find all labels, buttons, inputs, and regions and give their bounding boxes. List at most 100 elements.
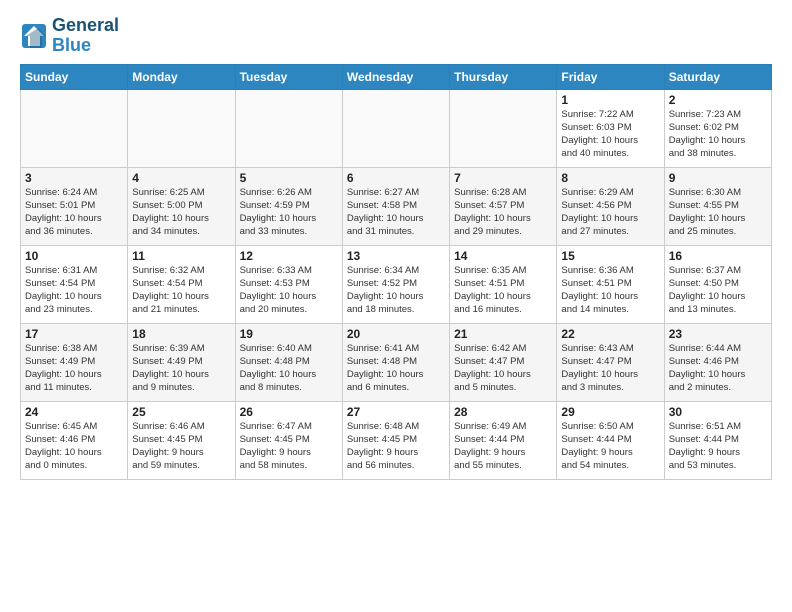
calendar-cell: 20Sunrise: 6:41 AM Sunset: 4:48 PM Dayli… <box>342 323 449 401</box>
day-number: 14 <box>454 249 552 263</box>
logo: General Blue <box>20 16 119 56</box>
calendar-cell: 8Sunrise: 6:29 AM Sunset: 4:56 PM Daylig… <box>557 167 664 245</box>
day-number: 28 <box>454 405 552 419</box>
calendar-week-row: 10Sunrise: 6:31 AM Sunset: 4:54 PM Dayli… <box>21 245 772 323</box>
day-info: Sunrise: 6:28 AM Sunset: 4:57 PM Dayligh… <box>454 186 552 239</box>
day-info: Sunrise: 6:43 AM Sunset: 4:47 PM Dayligh… <box>561 342 659 395</box>
day-number: 6 <box>347 171 445 185</box>
calendar-cell: 15Sunrise: 6:36 AM Sunset: 4:51 PM Dayli… <box>557 245 664 323</box>
calendar-cell: 12Sunrise: 6:33 AM Sunset: 4:53 PM Dayli… <box>235 245 342 323</box>
day-info: Sunrise: 6:30 AM Sunset: 4:55 PM Dayligh… <box>669 186 767 239</box>
calendar-body: 1Sunrise: 7:22 AM Sunset: 6:03 PM Daylig… <box>21 89 772 479</box>
day-info: Sunrise: 6:38 AM Sunset: 4:49 PM Dayligh… <box>25 342 123 395</box>
day-number: 13 <box>347 249 445 263</box>
weekday-header: Wednesday <box>342 64 449 89</box>
day-info: Sunrise: 6:47 AM Sunset: 4:45 PM Dayligh… <box>240 420 338 473</box>
calendar-cell: 16Sunrise: 6:37 AM Sunset: 4:50 PM Dayli… <box>664 245 771 323</box>
calendar-cell: 26Sunrise: 6:47 AM Sunset: 4:45 PM Dayli… <box>235 401 342 479</box>
calendar-cell: 18Sunrise: 6:39 AM Sunset: 4:49 PM Dayli… <box>128 323 235 401</box>
day-info: Sunrise: 6:29 AM Sunset: 4:56 PM Dayligh… <box>561 186 659 239</box>
day-number: 27 <box>347 405 445 419</box>
calendar-cell: 1Sunrise: 7:22 AM Sunset: 6:03 PM Daylig… <box>557 89 664 167</box>
calendar-cell: 5Sunrise: 6:26 AM Sunset: 4:59 PM Daylig… <box>235 167 342 245</box>
day-info: Sunrise: 7:22 AM Sunset: 6:03 PM Dayligh… <box>561 108 659 161</box>
day-info: Sunrise: 6:27 AM Sunset: 4:58 PM Dayligh… <box>347 186 445 239</box>
weekday-header: Monday <box>128 64 235 89</box>
day-info: Sunrise: 6:26 AM Sunset: 4:59 PM Dayligh… <box>240 186 338 239</box>
logo-icon <box>20 22 48 50</box>
calendar-cell: 30Sunrise: 6:51 AM Sunset: 4:44 PM Dayli… <box>664 401 771 479</box>
day-number: 23 <box>669 327 767 341</box>
calendar-cell: 9Sunrise: 6:30 AM Sunset: 4:55 PM Daylig… <box>664 167 771 245</box>
day-number: 3 <box>25 171 123 185</box>
calendar-cell: 3Sunrise: 6:24 AM Sunset: 5:01 PM Daylig… <box>21 167 128 245</box>
calendar-cell: 17Sunrise: 6:38 AM Sunset: 4:49 PM Dayli… <box>21 323 128 401</box>
header-row: SundayMondayTuesdayWednesdayThursdayFrid… <box>21 64 772 89</box>
weekday-header: Thursday <box>450 64 557 89</box>
day-info: Sunrise: 6:34 AM Sunset: 4:52 PM Dayligh… <box>347 264 445 317</box>
calendar-cell: 27Sunrise: 6:48 AM Sunset: 4:45 PM Dayli… <box>342 401 449 479</box>
calendar-week-row: 24Sunrise: 6:45 AM Sunset: 4:46 PM Dayli… <box>21 401 772 479</box>
calendar-week-row: 1Sunrise: 7:22 AM Sunset: 6:03 PM Daylig… <box>21 89 772 167</box>
calendar-cell: 11Sunrise: 6:32 AM Sunset: 4:54 PM Dayli… <box>128 245 235 323</box>
day-info: Sunrise: 6:33 AM Sunset: 4:53 PM Dayligh… <box>240 264 338 317</box>
day-number: 17 <box>25 327 123 341</box>
calendar-cell: 28Sunrise: 6:49 AM Sunset: 4:44 PM Dayli… <box>450 401 557 479</box>
day-number: 30 <box>669 405 767 419</box>
day-info: Sunrise: 6:40 AM Sunset: 4:48 PM Dayligh… <box>240 342 338 395</box>
calendar-cell: 29Sunrise: 6:50 AM Sunset: 4:44 PM Dayli… <box>557 401 664 479</box>
day-number: 1 <box>561 93 659 107</box>
day-number: 24 <box>25 405 123 419</box>
day-number: 11 <box>132 249 230 263</box>
calendar-cell: 2Sunrise: 7:23 AM Sunset: 6:02 PM Daylig… <box>664 89 771 167</box>
calendar-cell <box>342 89 449 167</box>
calendar-cell <box>128 89 235 167</box>
weekday-header: Tuesday <box>235 64 342 89</box>
day-info: Sunrise: 6:41 AM Sunset: 4:48 PM Dayligh… <box>347 342 445 395</box>
day-info: Sunrise: 6:49 AM Sunset: 4:44 PM Dayligh… <box>454 420 552 473</box>
day-number: 5 <box>240 171 338 185</box>
page: General Blue SundayMondayTuesdayWednesda… <box>0 0 792 490</box>
calendar-cell: 23Sunrise: 6:44 AM Sunset: 4:46 PM Dayli… <box>664 323 771 401</box>
day-info: Sunrise: 6:39 AM Sunset: 4:49 PM Dayligh… <box>132 342 230 395</box>
day-info: Sunrise: 6:24 AM Sunset: 5:01 PM Dayligh… <box>25 186 123 239</box>
day-number: 2 <box>669 93 767 107</box>
calendar-cell: 21Sunrise: 6:42 AM Sunset: 4:47 PM Dayli… <box>450 323 557 401</box>
calendar-cell <box>235 89 342 167</box>
header: General Blue <box>20 16 772 56</box>
day-number: 29 <box>561 405 659 419</box>
day-number: 9 <box>669 171 767 185</box>
day-info: Sunrise: 6:35 AM Sunset: 4:51 PM Dayligh… <box>454 264 552 317</box>
day-info: Sunrise: 6:25 AM Sunset: 5:00 PM Dayligh… <box>132 186 230 239</box>
day-number: 12 <box>240 249 338 263</box>
calendar-cell: 13Sunrise: 6:34 AM Sunset: 4:52 PM Dayli… <box>342 245 449 323</box>
calendar-cell <box>21 89 128 167</box>
calendar-cell: 14Sunrise: 6:35 AM Sunset: 4:51 PM Dayli… <box>450 245 557 323</box>
day-number: 21 <box>454 327 552 341</box>
day-number: 10 <box>25 249 123 263</box>
day-info: Sunrise: 6:31 AM Sunset: 4:54 PM Dayligh… <box>25 264 123 317</box>
weekday-header: Saturday <box>664 64 771 89</box>
day-info: Sunrise: 6:48 AM Sunset: 4:45 PM Dayligh… <box>347 420 445 473</box>
calendar-cell: 7Sunrise: 6:28 AM Sunset: 4:57 PM Daylig… <box>450 167 557 245</box>
day-number: 26 <box>240 405 338 419</box>
day-info: Sunrise: 6:32 AM Sunset: 4:54 PM Dayligh… <box>132 264 230 317</box>
day-number: 4 <box>132 171 230 185</box>
day-number: 15 <box>561 249 659 263</box>
calendar-cell: 24Sunrise: 6:45 AM Sunset: 4:46 PM Dayli… <box>21 401 128 479</box>
day-info: Sunrise: 6:36 AM Sunset: 4:51 PM Dayligh… <box>561 264 659 317</box>
calendar-cell <box>450 89 557 167</box>
day-info: Sunrise: 6:51 AM Sunset: 4:44 PM Dayligh… <box>669 420 767 473</box>
calendar-table: SundayMondayTuesdayWednesdayThursdayFrid… <box>20 64 772 480</box>
day-number: 16 <box>669 249 767 263</box>
day-info: Sunrise: 6:44 AM Sunset: 4:46 PM Dayligh… <box>669 342 767 395</box>
logo-text: General Blue <box>52 16 119 56</box>
day-info: Sunrise: 6:37 AM Sunset: 4:50 PM Dayligh… <box>669 264 767 317</box>
day-number: 22 <box>561 327 659 341</box>
weekday-header: Friday <box>557 64 664 89</box>
day-number: 19 <box>240 327 338 341</box>
calendar-week-row: 17Sunrise: 6:38 AM Sunset: 4:49 PM Dayli… <box>21 323 772 401</box>
calendar-header: SundayMondayTuesdayWednesdayThursdayFrid… <box>21 64 772 89</box>
day-number: 25 <box>132 405 230 419</box>
calendar-cell: 19Sunrise: 6:40 AM Sunset: 4:48 PM Dayli… <box>235 323 342 401</box>
